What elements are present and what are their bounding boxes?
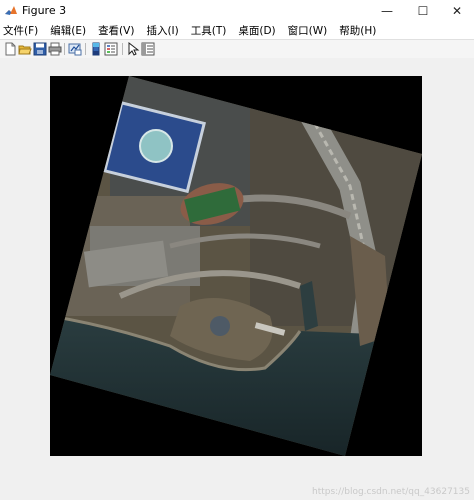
link-plot-icon[interactable]	[68, 42, 82, 56]
minimize-button[interactable]: —	[370, 0, 404, 22]
image-axes[interactable]	[50, 76, 422, 456]
minimize-icon: —	[381, 4, 393, 18]
insert-colorbar-icon[interactable]	[89, 42, 103, 56]
menu-insert[interactable]: 插入(I)	[146, 23, 178, 38]
window-title: Figure 3	[22, 4, 67, 17]
property-inspector-icon[interactable]	[141, 42, 155, 56]
maximize-button[interactable]: ☐	[406, 0, 440, 22]
matlab-icon	[5, 6, 17, 15]
close-icon: ✕	[451, 4, 463, 18]
new-figure-icon[interactable]	[3, 42, 17, 56]
menu-help[interactable]: 帮助(H)	[339, 23, 376, 38]
menu-edit[interactable]: 编辑(E)	[50, 23, 86, 38]
insert-legend-icon[interactable]	[104, 42, 118, 56]
menu-window[interactable]: 窗口(W)	[288, 23, 328, 38]
toolbar-separator	[64, 43, 65, 55]
title-bar: Figure 3 — ☐ ✕	[0, 0, 474, 23]
toolbar-separator	[85, 43, 86, 55]
figure-canvas[interactable]: https://blog.csdn.net/qq_43627135	[0, 58, 474, 500]
close-button[interactable]: ✕	[440, 0, 474, 22]
menu-file[interactable]: 文件(F)	[3, 23, 38, 38]
menu-view[interactable]: 查看(V)	[98, 23, 134, 38]
watermark-text: https://blog.csdn.net/qq_43627135	[311, 487, 470, 497]
menu-tools[interactable]: 工具(T)	[191, 23, 227, 38]
rotated-satellite-image	[50, 76, 422, 456]
open-file-icon[interactable]	[18, 42, 32, 56]
menu-desktop[interactable]: 桌面(D)	[238, 23, 275, 38]
save-icon[interactable]	[33, 42, 47, 56]
maximize-icon: ☐	[417, 4, 429, 18]
toolbar-separator	[122, 43, 123, 55]
toolbar	[0, 39, 474, 59]
print-icon[interactable]	[48, 42, 62, 56]
pointer-icon[interactable]	[126, 42, 140, 56]
menu-bar: 文件(F) 编辑(E) 查看(V) 插入(I) 工具(T) 桌面(D) 窗口(W…	[0, 22, 474, 39]
